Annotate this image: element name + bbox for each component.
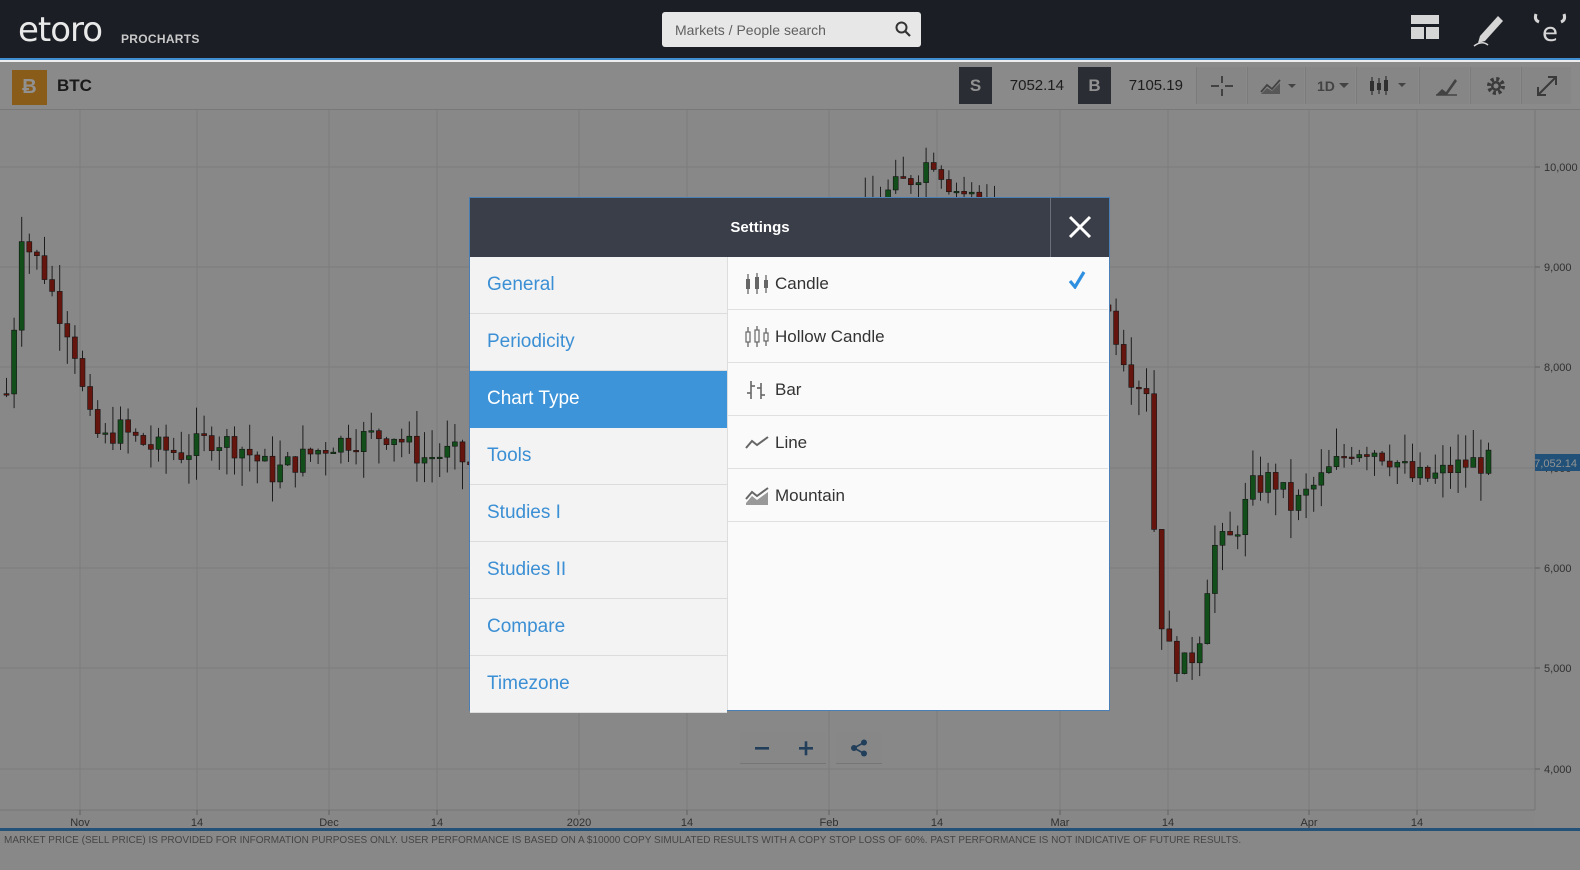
search-input[interactable] xyxy=(662,12,882,47)
nav-tools[interactable]: Tools xyxy=(470,428,727,485)
close-button[interactable] xyxy=(1050,198,1109,257)
etoro-e-icon[interactable]: e xyxy=(1532,10,1568,48)
chart-type-list: Candle Hollow Candle Bar Line Mountain xyxy=(728,257,1108,710)
chart-type-label: Candle xyxy=(775,274,829,293)
chart-type-label: Hollow Candle xyxy=(775,327,885,346)
chart-type-hollow-candle[interactable]: Hollow Candle xyxy=(728,310,1108,363)
nav-chart-type[interactable]: Chart Type xyxy=(470,371,727,428)
nav-compare[interactable]: Compare xyxy=(470,599,727,656)
nav-studies-1[interactable]: Studies I xyxy=(470,485,727,542)
chart-type-candle[interactable]: Candle xyxy=(728,257,1108,310)
pencil-icon[interactable] xyxy=(1472,10,1506,48)
mountain-icon xyxy=(745,487,769,505)
nav-timezone[interactable]: Timezone xyxy=(470,656,727,713)
nav-general[interactable]: General xyxy=(470,257,727,314)
search-box[interactable] xyxy=(662,12,921,47)
chart-type-mountain[interactable]: Mountain xyxy=(728,469,1108,522)
chart-type-label: Bar xyxy=(775,380,802,399)
chart-type-line[interactable]: Line xyxy=(728,416,1108,469)
checkmark-icon xyxy=(1068,271,1086,289)
chart-type-label: Mountain xyxy=(775,486,845,505)
procharts-label: PROCHARTS xyxy=(121,32,200,46)
top-bar: etoro PROCHARTS e xyxy=(0,0,1580,60)
etoro-logo[interactable]: etoro xyxy=(18,10,103,50)
nav-periodicity[interactable]: Periodicity xyxy=(470,314,727,371)
close-icon xyxy=(1068,215,1092,239)
settings-title: Settings xyxy=(730,219,790,236)
line-icon xyxy=(745,436,769,449)
svg-text:e: e xyxy=(1542,18,1558,48)
nav-studies-2[interactable]: Studies II xyxy=(470,542,727,599)
hollow-candle-icon xyxy=(745,326,769,347)
search-icon[interactable] xyxy=(895,21,911,37)
settings-header: Settings xyxy=(470,198,1109,257)
candle-icon xyxy=(746,273,768,294)
chart-type-bar[interactable]: Bar xyxy=(728,363,1108,416)
bar-icon xyxy=(747,381,765,399)
settings-nav: General Periodicity Chart Type Tools Stu… xyxy=(470,257,728,713)
chart-type-label: Line xyxy=(775,433,808,452)
settings-dialog: Settings General Periodicity Chart Type … xyxy=(469,197,1110,713)
layout-icon[interactable] xyxy=(1410,12,1440,42)
